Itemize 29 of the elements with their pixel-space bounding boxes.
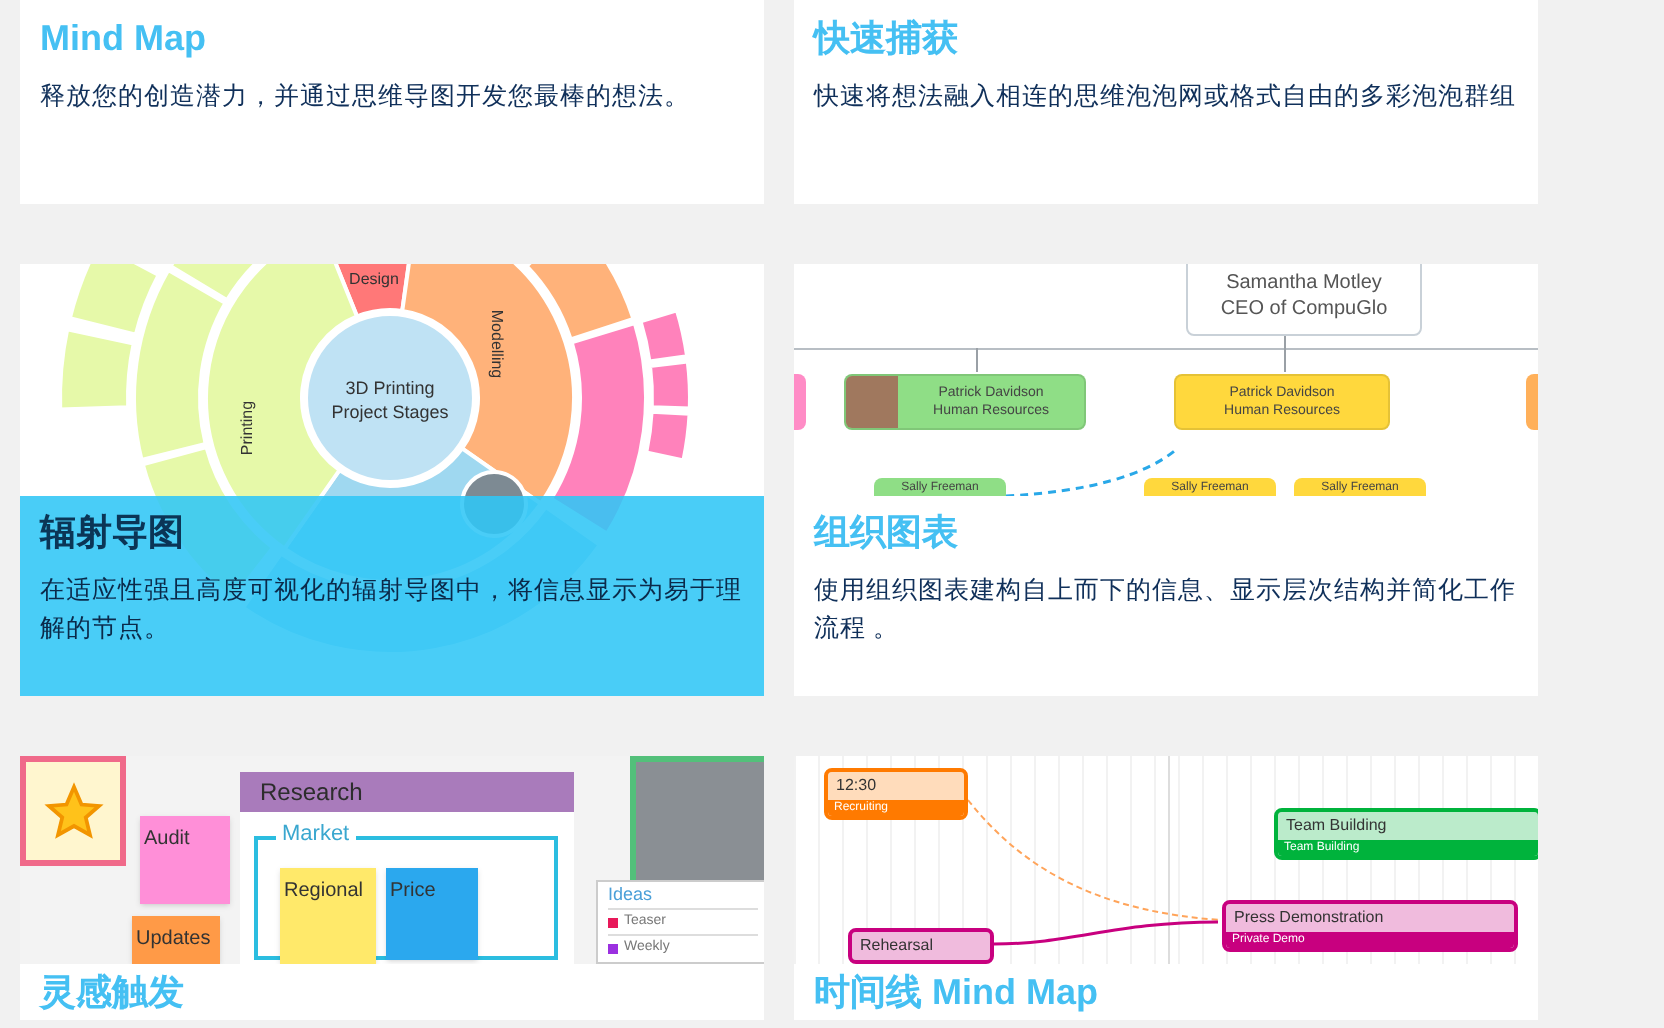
sticky-note: Regional bbox=[280, 868, 376, 964]
sticky-note: Price bbox=[386, 868, 478, 960]
card-description: 在适应性强且高度可视化的辐射导图中，将信息显示为易于理解的节点。 bbox=[40, 574, 744, 646]
card-description: 使用组织图表建构自上而下的信息、显示层次结构并简化工作流程 。 bbox=[814, 574, 1518, 646]
sticky-note: Audit bbox=[140, 816, 230, 904]
event-title: Rehearsal bbox=[860, 936, 933, 954]
event-title: Press Demonstration bbox=[1234, 908, 1384, 926]
list-title: Ideas bbox=[608, 882, 655, 908]
card-title: 组织图表 bbox=[814, 510, 960, 556]
card-description: 释放您的创造潜力，并通过思维导图开发您最棒的想法。 bbox=[40, 80, 692, 114]
card-title: 灵感触发 bbox=[40, 970, 186, 1016]
segment-label: Printing bbox=[238, 400, 256, 456]
center-label: 3D Printing bbox=[345, 378, 435, 398]
card-title: 快速捕获 bbox=[814, 16, 960, 62]
photo-placeholder bbox=[846, 376, 898, 428]
segment-label: Design bbox=[349, 270, 399, 288]
segment-label: Modelling bbox=[488, 309, 506, 379]
card-title: 辐射导图 bbox=[40, 510, 186, 556]
node-text: CEO of CompuGlo bbox=[1220, 296, 1388, 322]
event-title: Team Building bbox=[1286, 816, 1387, 834]
card-title: 时间线 Mind Map bbox=[814, 970, 1100, 1016]
center-label: Project Stages bbox=[331, 402, 449, 422]
board-header: Research bbox=[240, 772, 574, 812]
star-icon bbox=[43, 781, 103, 841]
node-text: Samantha Motley bbox=[1226, 270, 1382, 296]
card-description: 快速将想法融入相连的思维泡泡网或格式自由的多彩泡泡群组 bbox=[814, 80, 1518, 114]
sticky-note: Updates bbox=[132, 916, 220, 964]
event-title: 12:30 bbox=[836, 776, 877, 794]
card-title: Mind Map bbox=[40, 16, 208, 62]
